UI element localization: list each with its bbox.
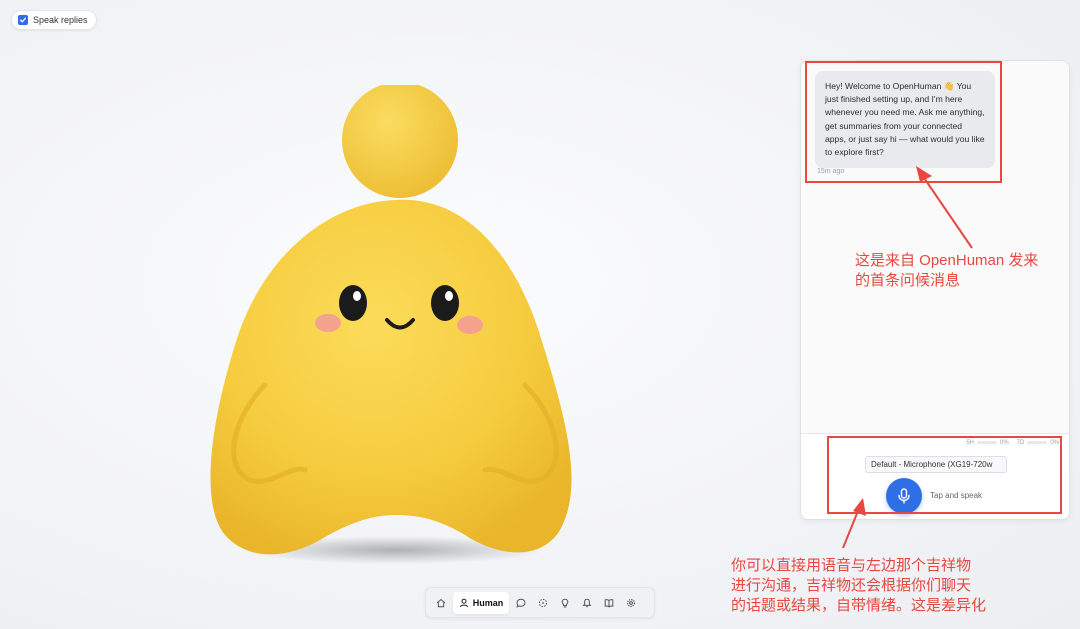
book-icon <box>604 598 614 608</box>
mascot-right-cheek <box>457 316 483 334</box>
mascot-left-cheek <box>315 314 341 332</box>
nav-human[interactable]: Human <box>453 591 509 614</box>
lightbulb-icon <box>561 598 569 607</box>
nav-library[interactable] <box>599 592 619 614</box>
nav-ideas[interactable] <box>555 592 575 614</box>
annotation-top-line-1: 这是来自 OpenHuman 发来 <box>855 252 1039 269</box>
annotation-box-voice <box>827 436 1062 514</box>
nav-human-label: Human <box>472 597 504 608</box>
annotation-box-message <box>805 61 1002 183</box>
annotation-text-voice: 你可以直接用语音与左边那个吉祥物 进行沟通，吉祥物还会根据你们聊天 的话题或结果… <box>731 556 986 616</box>
annotation-bottom-line-1: 你可以直接用语音与左边那个吉祥物 <box>731 557 972 574</box>
annotation-top-line-2: 的首条问候消息 <box>855 272 961 289</box>
bottom-nav: Human <box>425 587 655 618</box>
dashed-circle-icon <box>538 598 548 607</box>
nav-skills[interactable] <box>533 592 553 614</box>
mascot-character <box>210 85 572 564</box>
person-icon <box>459 598 468 607</box>
mascot-body <box>210 199 572 555</box>
mascot-right-eye <box>431 285 459 321</box>
mascot-left-eye <box>339 285 367 321</box>
home-icon <box>436 598 446 607</box>
mascot-head-bun <box>342 85 458 198</box>
nav-settings[interactable] <box>621 592 641 614</box>
nav-notifications[interactable] <box>577 592 597 614</box>
bell-icon <box>582 598 592 607</box>
checkbox-checked-icon[interactable] <box>18 15 28 25</box>
chat-bubble-icon <box>516 598 526 608</box>
nav-home[interactable] <box>431 592 451 614</box>
speak-replies-label: Speak replies <box>33 15 88 25</box>
annotation-text-message: 这是来自 OpenHuman 发来 的首条问候消息 <box>855 251 1038 291</box>
gear-icon <box>626 598 636 607</box>
annotation-bottom-line-3: 的话题或结果，自带情绪。这是差异化 <box>731 597 987 614</box>
annotation-bottom-line-2: 进行沟通，吉祥物还会根据你们聊天 <box>731 577 972 594</box>
nav-chat[interactable] <box>511 592 531 614</box>
speak-replies-toggle[interactable]: Speak replies <box>11 10 97 30</box>
